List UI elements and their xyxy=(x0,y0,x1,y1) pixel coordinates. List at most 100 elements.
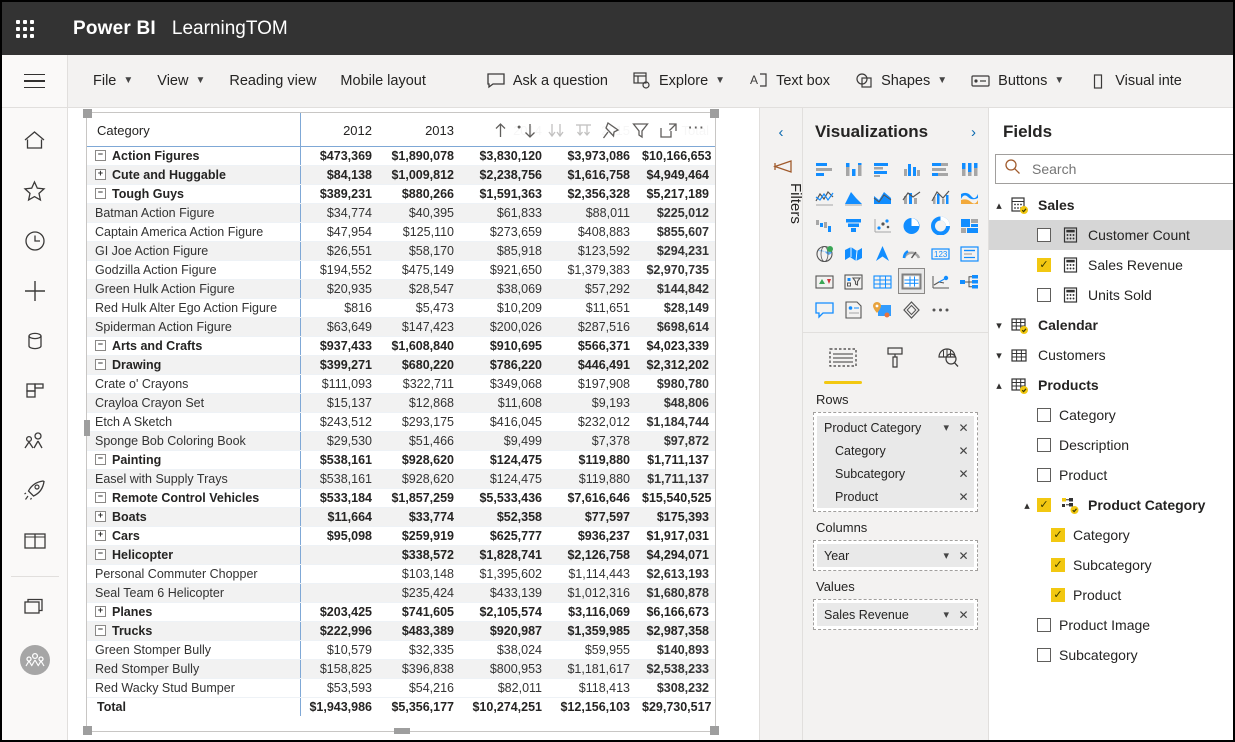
value-cell[interactable]: $1,181,617 xyxy=(548,659,636,678)
value-cell[interactable]: $920,987 xyxy=(460,621,548,640)
field-tree-item[interactable]: Customer Count xyxy=(989,220,1235,250)
row-header-cell[interactable]: −Arts and Crafts xyxy=(87,336,300,355)
value-cell[interactable]: $222,996 xyxy=(300,621,378,640)
well-field-item[interactable]: Sales Revenue▾✕ xyxy=(817,603,974,626)
value-cell[interactable]: $1,114,443 xyxy=(548,564,636,583)
value-cell[interactable]: $34,774 xyxy=(300,203,378,222)
field-checkbox[interactable] xyxy=(1051,528,1065,542)
value-cell[interactable]: $38,069 xyxy=(460,279,548,298)
table-row[interactable]: Personal Commuter Chopper$103,148$1,395,… xyxy=(87,564,715,583)
value-cell[interactable]: $118,413 xyxy=(548,678,636,697)
value-cell[interactable]: $293,175 xyxy=(378,412,460,431)
value-cell[interactable]: $59,955 xyxy=(548,640,636,659)
pin-visual-icon[interactable] xyxy=(599,117,626,144)
row-header-cell[interactable]: Red Hulk Alter Ego Action Figure xyxy=(87,298,300,317)
value-cell[interactable]: $880,266 xyxy=(378,184,460,203)
value-cell[interactable]: $9,499 xyxy=(460,431,548,450)
collapse-icon[interactable]: − xyxy=(95,340,106,351)
value-cell[interactable]: $232,012 xyxy=(548,412,636,431)
table-icon[interactable] xyxy=(869,268,896,294)
sidebar-item-shared-with-me[interactable] xyxy=(2,418,68,468)
value-cell[interactable]: $53,593 xyxy=(300,678,378,697)
value-cell[interactable]: $225,012 xyxy=(636,203,715,222)
field-tree-item[interactable]: ▾Customers xyxy=(989,340,1235,370)
row-header-cell[interactable]: Crate o' Crayons xyxy=(87,374,300,393)
table-row[interactable]: Red Hulk Alter Ego Action Figure$816$5,4… xyxy=(87,298,715,317)
table-row[interactable]: Godzilla Action Figure$194,552$475,149$9… xyxy=(87,260,715,279)
value-cell[interactable]: $2,613,193 xyxy=(636,564,715,583)
chevron-up-icon[interactable]: ▴ xyxy=(989,199,1009,212)
row-header-cell[interactable]: −Painting xyxy=(87,450,300,469)
value-cell[interactable]: $103,148 xyxy=(378,564,460,583)
chevron-down-icon[interactable]: ▾ xyxy=(943,421,949,434)
value-cell[interactable]: $855,607 xyxy=(636,222,715,241)
value-cell[interactable]: $2,987,358 xyxy=(636,621,715,640)
table-row[interactable]: Green Stomper Bully$10,579$32,335$38,024… xyxy=(87,640,715,659)
field-checkbox[interactable] xyxy=(1037,648,1051,662)
menu-ask-a-question[interactable]: Ask a question xyxy=(474,55,620,107)
value-cell[interactable]: $3,973,086 xyxy=(548,146,636,165)
nav-toggle-icon[interactable] xyxy=(2,55,68,107)
value-cell[interactable] xyxy=(300,583,378,602)
value-cell[interactable]: $1,680,878 xyxy=(636,583,715,602)
menu-view[interactable]: View ▼ xyxy=(145,55,217,107)
value-cell[interactable]: $1,890,078 xyxy=(378,146,460,165)
value-cell[interactable]: $61,833 xyxy=(460,203,548,222)
stacked-area-chart-icon[interactable] xyxy=(869,184,896,210)
value-cell[interactable]: $433,139 xyxy=(460,583,548,602)
value-cell[interactable]: $2,538,233 xyxy=(636,659,715,678)
expand-icon[interactable]: + xyxy=(95,169,106,180)
menu-explore[interactable]: Explore ▼ xyxy=(620,55,737,107)
line-chart-icon[interactable] xyxy=(811,184,838,210)
value-cell[interactable]: $4,949,464 xyxy=(636,165,715,184)
field-tree-item[interactable]: Sales Revenue xyxy=(989,250,1235,280)
value-cell[interactable]: $48,806 xyxy=(636,393,715,412)
matrix-icon[interactable] xyxy=(898,268,925,294)
more-options-icon[interactable]: ⋯ xyxy=(683,117,710,144)
map-pin-visual-icon[interactable] xyxy=(869,296,896,322)
value-cell[interactable]: $4,294,071 xyxy=(636,545,715,564)
analytics-tab[interactable] xyxy=(926,346,970,384)
value-cell[interactable]: $28,149 xyxy=(636,298,715,317)
resize-handle-left-center[interactable] xyxy=(84,420,90,436)
value-cell[interactable]: $1,711,137 xyxy=(636,469,715,488)
value-cell[interactable]: $1,379,383 xyxy=(548,260,636,279)
drill-up-icon[interactable] xyxy=(487,117,514,144)
chevron-up-icon[interactable]: ▴ xyxy=(989,379,1009,392)
chevron-down-icon[interactable]: ▾ xyxy=(943,549,949,562)
column-header-2013[interactable]: 2013 xyxy=(378,113,460,146)
field-tree-item[interactable]: Product xyxy=(989,460,1235,490)
sidebar-item-favorites[interactable] xyxy=(2,168,68,218)
menu-reading-view[interactable]: Reading view xyxy=(217,55,328,107)
remove-field-icon[interactable]: ✕ xyxy=(958,549,969,563)
collapse-icon[interactable]: − xyxy=(95,454,106,465)
more-visuals-icon[interactable] xyxy=(927,296,954,322)
field-tree-item[interactable]: Category xyxy=(989,520,1235,550)
sidebar-item-workspaces[interactable] xyxy=(2,585,68,635)
waterfall-chart-icon[interactable] xyxy=(811,212,838,238)
value-cell[interactable]: $3,830,120 xyxy=(460,146,548,165)
table-row[interactable]: −Painting$538,161$928,620$124,475$119,88… xyxy=(87,450,715,469)
multi-row-card-icon[interactable] xyxy=(956,240,983,266)
collapse-icon[interactable]: − xyxy=(95,625,106,636)
value-cell[interactable]: $124,475 xyxy=(460,469,548,488)
row-header-cell[interactable]: Etch A Sketch xyxy=(87,412,300,431)
value-cell[interactable]: $7,378 xyxy=(548,431,636,450)
value-cell[interactable]: $26,551 xyxy=(300,241,378,260)
hundred-percent-stacked-column-chart-icon[interactable] xyxy=(956,156,983,182)
menu-text-box[interactable]: A Text box xyxy=(737,55,842,107)
value-cell[interactable]: $538,161 xyxy=(300,469,378,488)
value-cell[interactable]: $1,616,758 xyxy=(548,165,636,184)
value-cell[interactable]: $1,359,985 xyxy=(548,621,636,640)
table-row[interactable]: +Boats$11,664$33,774$52,358$77,597$175,3… xyxy=(87,507,715,526)
value-cell[interactable]: $5,473 xyxy=(378,298,460,317)
value-cell[interactable]: $910,695 xyxy=(460,336,548,355)
menu-buttons[interactable]: Buttons ▼ xyxy=(959,55,1076,107)
table-row[interactable]: +Planes$203,425$741,605$2,105,574$3,116,… xyxy=(87,602,715,621)
row-header-cell[interactable]: Sponge Bob Coloring Book xyxy=(87,431,300,450)
value-cell[interactable]: $4,023,339 xyxy=(636,336,715,355)
value-cell[interactable]: $58,170 xyxy=(378,241,460,260)
value-cell[interactable]: $235,424 xyxy=(378,583,460,602)
value-cell[interactable]: $816 xyxy=(300,298,378,317)
row-header-cell[interactable]: −Drawing xyxy=(87,355,300,374)
